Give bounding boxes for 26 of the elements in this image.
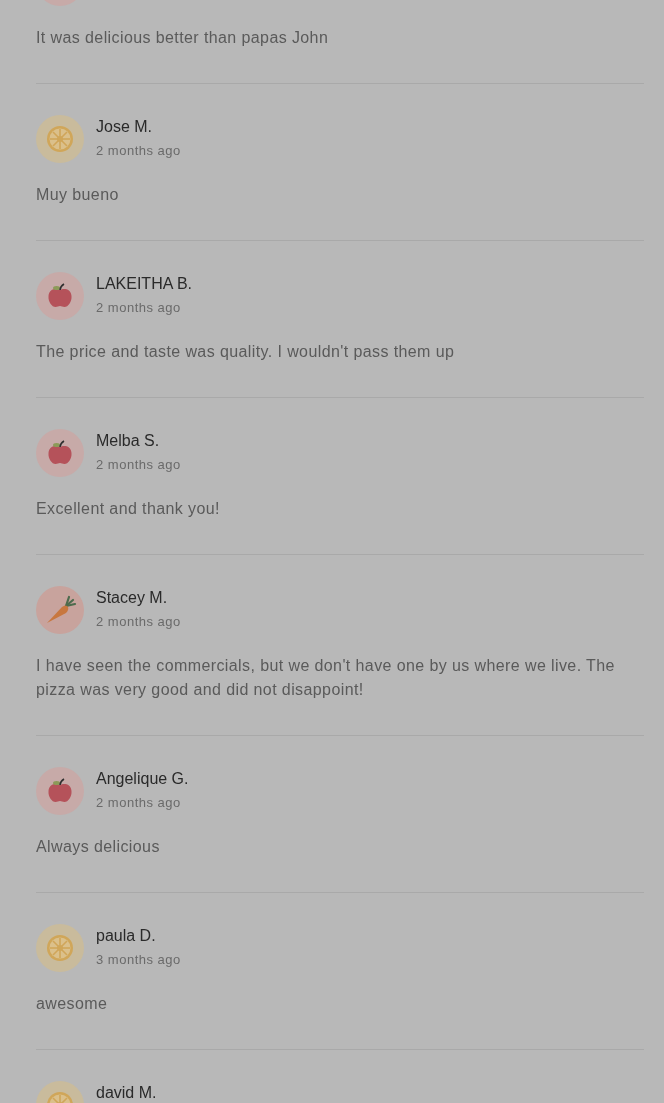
review-date: 2 months ago <box>96 456 181 474</box>
review-text: The price and taste was quality. I wouldn't pass them up <box>36 342 456 362</box>
reviewer-name: paula D. <box>96 926 156 946</box>
review-date: 2 months ago <box>96 794 181 812</box>
apple-icon <box>36 272 84 320</box>
carrot-icon <box>36 586 84 634</box>
review-text: I have seen the commercials, but we don't have one by us where we live. The pizza was very good and did not disappoint! <box>36 656 616 700</box>
review-text: awesome <box>36 994 109 1014</box>
review-text: Excellent and thank you! <box>36 499 221 519</box>
review-text: Muy bueno <box>36 185 120 205</box>
reviewer-name: Angelique G. <box>96 769 189 789</box>
review-date: 2 months ago <box>96 142 181 160</box>
review-date: 3 months ago <box>96 951 181 969</box>
reviewer-name: david M. <box>96 1083 157 1103</box>
review-date: 2 months ago <box>96 299 181 317</box>
reviewer-name: Stacey M. <box>96 588 168 608</box>
reviewer-name: LAKEITHA B. <box>96 274 193 294</box>
reviewer-name: Jose M. <box>96 117 152 137</box>
review-text: Always delicious <box>36 837 161 857</box>
review-text: It was delicious better than papas John <box>36 28 330 48</box>
apple-icon <box>36 767 84 815</box>
apple-icon <box>36 429 84 477</box>
citrus-slice-icon <box>36 115 84 163</box>
reviewer-name: Melba S. <box>96 431 160 451</box>
review-date: 2 months ago <box>96 613 181 631</box>
citrus-slice-icon <box>36 924 84 972</box>
